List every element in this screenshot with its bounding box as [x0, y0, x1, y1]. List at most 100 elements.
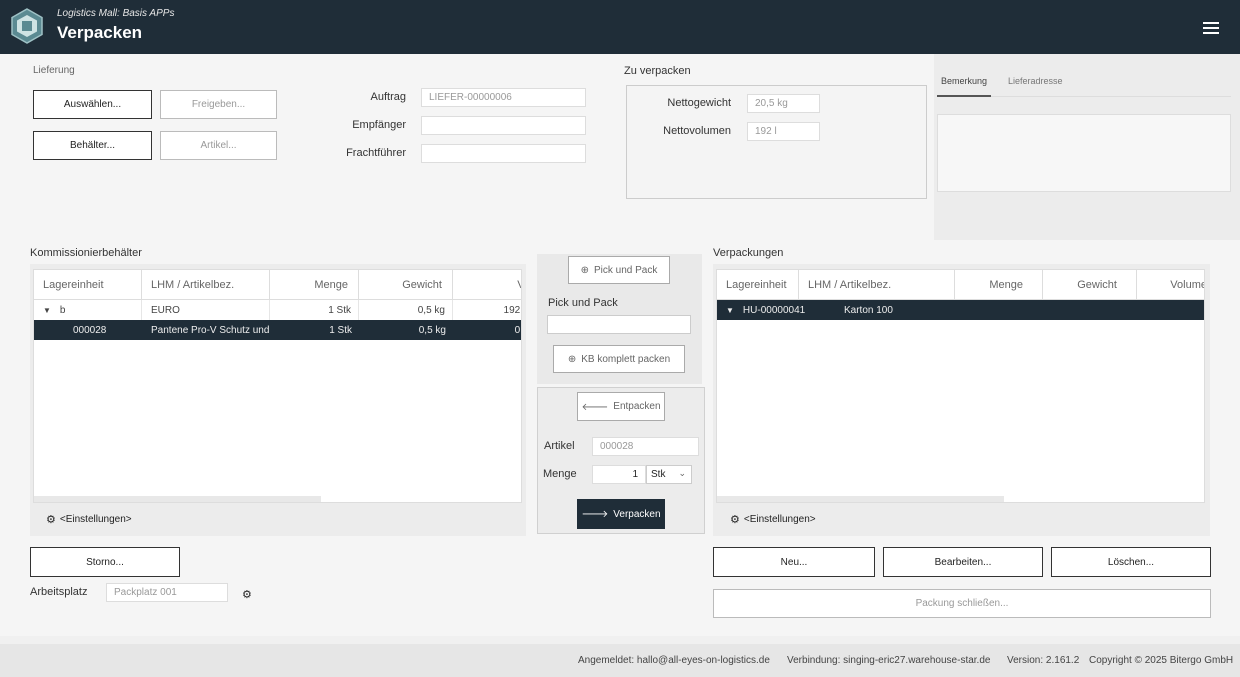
- verpackungen-title: Verpackungen: [713, 247, 784, 259]
- table-header: Lagereinheit LHM / Artikelbez. Menge Gew…: [717, 270, 1204, 300]
- caret-down-icon[interactable]: ▼: [43, 306, 51, 315]
- cell-volume: 0,: [514, 324, 521, 336]
- settings-label: <Einstellungen>: [59, 514, 132, 525]
- arbeitsplatz-label: Arbeitsplatz: [30, 586, 88, 598]
- bearbeiten-button[interactable]: Bearbeiten...: [883, 547, 1043, 577]
- cell-lhm: Pantene Pro-V Schutz und \: [151, 324, 270, 336]
- cell-lagereinheit: ▼ HU-00000041: [717, 300, 835, 320]
- arrow-left-icon: 🡐: [581, 401, 609, 413]
- col-volume[interactable]: Volume: [453, 270, 521, 300]
- frachtfuehrer-field[interactable]: [421, 144, 586, 163]
- arbeitsplatz-field: Packplatz 001: [106, 583, 228, 602]
- zu-verpacken-title: Zu verpacken: [624, 65, 691, 77]
- nettogewicht-field: 20,5 kg: [747, 94, 820, 113]
- table-row-selected[interactable]: ▼ HU-00000041 Karton 100: [717, 300, 1204, 320]
- cell-gewicht: 0,5 kg: [359, 300, 453, 320]
- auftrag-field[interactable]: LIEFER-00000006: [421, 88, 586, 107]
- artikel-button[interactable]: Artikel...: [160, 131, 277, 160]
- menge-label: Menge: [543, 468, 577, 480]
- chevron-down-icon: ⌄: [678, 468, 686, 478]
- unit-select-value: Stk: [651, 469, 666, 480]
- nettogewicht-label: Nettogewicht: [667, 97, 731, 109]
- freigeben-button[interactable]: Freigeben...: [160, 90, 277, 119]
- col-volume[interactable]: Volume: [1137, 270, 1204, 300]
- neu-button[interactable]: Neu...: [713, 547, 875, 577]
- footer-version: Version: 2.161.2: [1007, 655, 1080, 666]
- active-tab-indicator: [937, 95, 991, 97]
- table-header: Lagereinheit LHM / Artikelbez. Menge Gew…: [34, 270, 521, 300]
- col-menge[interactable]: Menge: [955, 270, 1043, 300]
- button-label: KB komplett packen: [581, 353, 671, 365]
- behaelter-button[interactable]: Behälter...: [33, 131, 152, 160]
- empfaenger-field[interactable]: [421, 116, 586, 135]
- button-label: Verpacken: [613, 508, 661, 520]
- kommissionier-settings-link[interactable]: ⚙ <Einstellungen>: [46, 513, 132, 526]
- col-lagereinheit[interactable]: Lagereinheit: [34, 270, 142, 300]
- storno-button[interactable]: Storno...: [30, 547, 180, 577]
- button-label: Pick und Pack: [594, 264, 658, 276]
- circle-plus-icon: ⊕: [567, 353, 577, 365]
- cell-lhm: Karton 100: [844, 304, 893, 316]
- loeschen-button[interactable]: Löschen...: [1051, 547, 1211, 577]
- nettovolumen-label: Nettovolumen: [663, 125, 731, 137]
- col-menge[interactable]: Menge: [270, 270, 359, 300]
- footer-verbindung: Verbindung: singing-eric27.warehouse-sta…: [787, 655, 991, 666]
- pick-und-pack-input[interactable]: [547, 315, 691, 334]
- artikel-label: Artikel: [544, 440, 575, 452]
- menge-input[interactable]: 1: [592, 465, 646, 484]
- lieferung-label: Lieferung: [33, 65, 75, 76]
- packung-schliessen-button[interactable]: Packung schließen...: [713, 589, 1211, 618]
- cell-text: HU-00000041: [742, 304, 806, 316]
- nettovolumen-field: 192 l: [747, 122, 820, 141]
- pick-und-pack-label: Pick und Pack: [548, 297, 618, 309]
- gear-icon: ⚙: [730, 514, 740, 526]
- page-title: Verpacken: [57, 23, 143, 42]
- auftrag-label: Auftrag: [370, 91, 406, 103]
- bemerkung-textarea[interactable]: [937, 114, 1231, 192]
- cell-gewicht: 0,5 kg: [418, 324, 446, 336]
- footer-copyright: Copyright © 2025 Bitergo GmbH: [1089, 655, 1234, 666]
- pick-und-pack-button[interactable]: ⊕ Pick und Pack: [568, 256, 670, 284]
- cell-lagereinheit: ▼ b: [34, 300, 142, 320]
- frachtfuehrer-label: Frachtführer: [346, 147, 406, 159]
- app-subtitle: Logistics Mall: Basis APPs: [57, 8, 175, 19]
- verpacken-button[interactable]: 🡒 Verpacken: [577, 499, 665, 529]
- tab-lieferadresse[interactable]: Lieferadresse: [1008, 76, 1063, 86]
- app-header: Logistics Mall: Basis APPs Verpacken: [0, 0, 1240, 54]
- hamburger-menu-icon[interactable]: [1203, 22, 1219, 34]
- unit-select[interactable]: Stk ⌄: [646, 465, 692, 484]
- cell-text: b: [59, 304, 66, 316]
- kommissionier-title: Kommissionierbehälter: [30, 247, 142, 259]
- kb-komplett-packen-button[interactable]: ⊕ KB komplett packen: [553, 345, 685, 373]
- col-lhm[interactable]: LHM / Artikelbez.: [799, 270, 955, 300]
- col-lhm[interactable]: LHM / Artikelbez.: [142, 270, 270, 300]
- auswaehlen-button[interactable]: Auswählen...: [33, 90, 152, 119]
- button-label: Entpacken: [613, 401, 661, 412]
- cell-volume: 192,: [503, 304, 522, 316]
- circle-plus-icon: ⊕: [580, 264, 589, 276]
- gear-icon[interactable]: ⚙: [242, 588, 252, 601]
- cell-lhm: EURO: [142, 300, 270, 320]
- footer-angemeldet: Angemeldet: hallo@all-eyes-on-logistics.…: [578, 655, 770, 666]
- arrow-right-icon: 🡒: [581, 509, 609, 520]
- verpackungen-settings-link[interactable]: ⚙ <Einstellungen>: [730, 513, 816, 526]
- col-lagereinheit[interactable]: Lagereinheit: [717, 270, 799, 300]
- kommissionier-table[interactable]: Lagereinheit LHM / Artikelbez. Menge Gew…: [33, 269, 522, 503]
- entpacken-button[interactable]: 🡐 Entpacken: [577, 392, 665, 421]
- gear-icon: ⚙: [46, 514, 56, 526]
- col-gewicht[interactable]: Gewicht: [1043, 270, 1137, 300]
- caret-down-icon[interactable]: ▼: [726, 306, 734, 315]
- cell-lagereinheit: 000028: [73, 324, 107, 336]
- verpackungen-table[interactable]: Lagereinheit LHM / Artikelbez. Menge Gew…: [716, 269, 1205, 503]
- settings-label: <Einstellungen>: [743, 514, 816, 525]
- tab-bemerkung[interactable]: Bemerkung: [941, 76, 987, 86]
- table-row-selected[interactable]: 000028 Pantene Pro-V Schutz und \ 1 Stk …: [34, 320, 521, 340]
- cell-menge: 1 Stk: [270, 300, 359, 320]
- table-row[interactable]: ▼ b EURO 1 Stk 0,5 kg 192,: [34, 300, 522, 320]
- artikel-field: 000028: [592, 437, 699, 456]
- col-gewicht[interactable]: Gewicht: [359, 270, 453, 300]
- horizontal-scrollbar[interactable]: [717, 496, 1004, 502]
- cell-menge: 1 Stk: [329, 324, 352, 336]
- horizontal-scrollbar[interactable]: [34, 496, 321, 502]
- empfaenger-label: Empfänger: [352, 119, 406, 131]
